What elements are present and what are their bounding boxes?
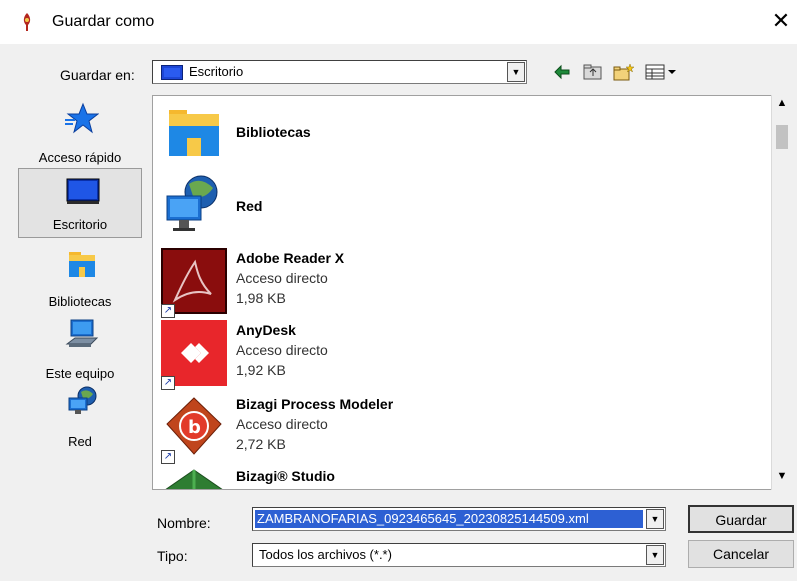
bizagi-studio-icon [165, 469, 223, 489]
place-label: Bibliotecas [48, 294, 112, 309]
save-in-dropdown[interactable]: Escritorio ▼ [152, 60, 527, 84]
place-label: Acceso rápido [38, 150, 122, 165]
scroll-up-icon[interactable]: ▲ [772, 97, 792, 115]
item-size: 2,72 KB [236, 436, 286, 452]
item-name: Adobe Reader X [236, 250, 345, 266]
filetype-value: Todos los archivos (*.*) [259, 547, 392, 562]
close-button[interactable]: ✕ [767, 8, 795, 36]
vertical-scrollbar[interactable]: ▲ ▼ [771, 95, 792, 490]
place-label: Este equipo [45, 366, 115, 381]
save-in-value: Escritorio [189, 64, 244, 79]
item-name: Bibliotecas [236, 124, 311, 140]
item-name: Bizagi® Studio [236, 468, 335, 484]
filename-value[interactable]: ZAMBRANOFARIAS_0923465645_20230825144509… [255, 510, 643, 528]
places-bar: Acceso rápido Escritorio Bibliotecas Est… [14, 94, 144, 494]
window-title: Guardar como [52, 13, 155, 30]
network-globe-icon [166, 175, 218, 231]
place-label: Escritorio [52, 217, 108, 232]
place-network[interactable]: Red [18, 384, 142, 454]
item-type: Acceso directo [236, 270, 328, 286]
chevron-down-icon[interactable]: ▼ [646, 545, 664, 565]
item-size: 1,98 KB [236, 290, 286, 306]
network-icon [68, 386, 97, 414]
shortcut-arrow-icon: ↗ [161, 450, 175, 464]
cancel-button[interactable]: Cancelar [688, 540, 794, 568]
place-quick-access[interactable]: Acceso rápido [18, 100, 142, 170]
view-menu-icon[interactable] [644, 62, 680, 82]
list-item[interactable]: b ↗ Bizagi Process Modeler Acceso direct… [161, 394, 761, 464]
item-type: Acceso directo [236, 342, 328, 358]
app-icon [23, 13, 31, 31]
computer-icon [65, 319, 99, 347]
filename-label: Nombre: [157, 515, 211, 531]
filetype-label: Tipo: [157, 548, 188, 564]
save-in-label: Guardar en: [60, 67, 135, 83]
shortcut-arrow-icon: ↗ [161, 304, 175, 318]
up-folder-icon[interactable] [582, 62, 604, 82]
library-folder-icon [169, 110, 219, 156]
scroll-down-icon[interactable]: ▼ [772, 470, 792, 488]
place-this-pc[interactable]: Este equipo [18, 316, 142, 386]
chevron-down-icon[interactable]: ▼ [646, 509, 664, 529]
save-button[interactable]: Guardar [688, 505, 794, 533]
place-libraries[interactable]: Bibliotecas [18, 244, 142, 314]
item-size: 1,92 KB [236, 362, 286, 378]
filetype-dropdown[interactable]: Todos los archivos (*.*) ▼ [252, 543, 666, 567]
filename-input[interactable]: ZAMBRANOFARIAS_0923465645_20230825144509… [252, 507, 666, 531]
list-item[interactable]: Red [161, 174, 761, 244]
title-bar: Guardar como ✕ [0, 0, 797, 44]
back-arrow-icon[interactable] [552, 62, 572, 82]
star-icon [65, 102, 99, 134]
place-desktop[interactable]: Escritorio [18, 168, 142, 238]
list-item[interactable]: ↗ Adobe Reader X Acceso directo 1,98 KB [161, 248, 761, 318]
item-name: AnyDesk [236, 322, 296, 338]
place-label: Red [68, 434, 92, 449]
file-list[interactable]: Bibliotecas Red ↗ Adobe Reader X Acceso … [152, 95, 792, 490]
list-item[interactable]: ↗ AnyDesk Acceso directo 1,92 KB [161, 320, 761, 390]
desktop-icon [161, 65, 183, 80]
chevron-down-icon[interactable]: ▼ [507, 62, 525, 82]
item-name: Bizagi Process Modeler [236, 396, 394, 412]
list-item[interactable]: Bizagi® Studio [161, 466, 761, 489]
item-name: Red [236, 198, 263, 214]
shortcut-arrow-icon: ↗ [161, 376, 175, 390]
library-icon [69, 252, 95, 277]
desktop-icon [66, 178, 100, 204]
new-folder-icon[interactable] [612, 62, 636, 82]
item-type: Acceso directo [236, 416, 328, 432]
scroll-thumb[interactable] [776, 125, 788, 149]
svg-text:b: b [188, 417, 201, 438]
list-item[interactable]: Bibliotecas [161, 100, 761, 170]
